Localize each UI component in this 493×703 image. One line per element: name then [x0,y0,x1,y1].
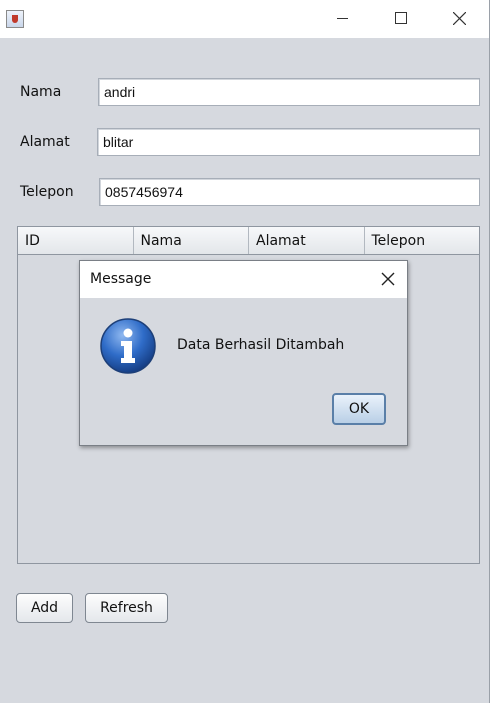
minimize-button[interactable] [314,0,372,38]
close-icon[interactable] [381,272,395,286]
nama-field[interactable] [98,78,480,106]
column-header-telepon[interactable]: Telepon [365,227,480,254]
ok-button[interactable]: OK [332,393,386,425]
java-app-icon[interactable] [6,10,24,28]
column-header-id[interactable]: ID [18,227,134,254]
dialog-titlebar: Message [80,261,407,298]
background-window-edge [489,0,493,703]
dialog-message: Data Berhasil Ditambah [177,337,345,353]
close-icon [453,12,466,25]
maximize-button[interactable] [372,0,430,38]
column-header-alamat[interactable]: Alamat [249,227,365,254]
telepon-field[interactable] [99,178,480,206]
dialog-title: Message [90,271,152,287]
table-header: ID Nama Alamat Telepon [18,227,479,255]
message-dialog: Message Data Berhasil Ditambah OK [79,260,408,446]
alamat-label: Alamat [20,134,70,150]
column-header-nama[interactable]: Nama [134,227,249,254]
window-titlebar [0,0,489,38]
info-icon [100,318,156,374]
alamat-field[interactable] [97,128,480,156]
close-window-button[interactable] [430,0,488,38]
add-button[interactable]: Add [16,593,73,623]
refresh-button[interactable]: Refresh [85,593,168,623]
nama-label: Nama [20,84,62,100]
telepon-label: Telepon [20,184,74,200]
